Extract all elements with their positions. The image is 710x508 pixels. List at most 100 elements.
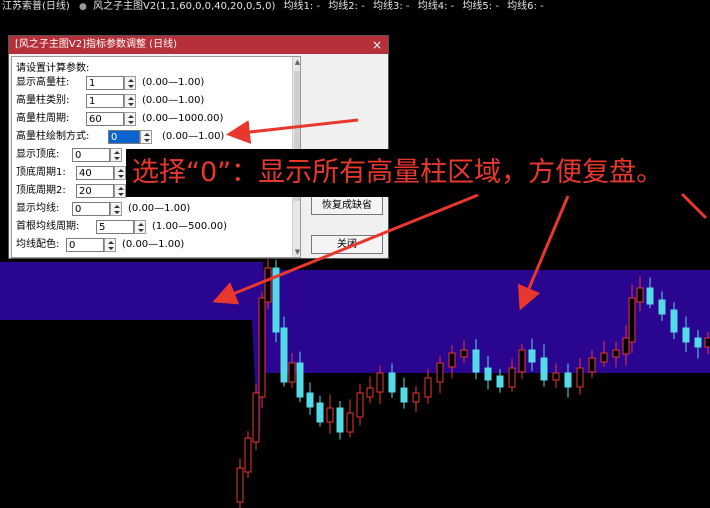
candle-body xyxy=(622,337,630,355)
param-spinner[interactable] xyxy=(140,130,152,144)
param-input[interactable]: 0 xyxy=(72,148,110,162)
params-prompt: 请设置计算参数: xyxy=(16,63,90,74)
param-range: (0.00—1.00) xyxy=(122,239,185,250)
param-input[interactable]: 1 xyxy=(86,76,124,90)
param-label: 显示均线: xyxy=(16,203,60,214)
param-spinner[interactable] xyxy=(110,202,122,216)
param-spinner[interactable] xyxy=(114,166,126,180)
param-label: 顶底周期1: xyxy=(16,167,66,178)
candle-body xyxy=(346,412,354,433)
candle-body xyxy=(612,349,620,358)
candle-body xyxy=(436,362,444,383)
candle-body xyxy=(576,367,584,388)
candle-body xyxy=(658,299,666,315)
candle-body xyxy=(400,387,408,403)
annotation-text: 选择“0”：显示所有高量柱区域，方便复盘。 xyxy=(126,149,710,197)
param-input[interactable]: 0 xyxy=(108,130,140,144)
ma-label: 均线5: - xyxy=(462,1,499,12)
candle-body xyxy=(336,407,344,433)
param-spinner[interactable] xyxy=(124,112,136,126)
scroll-down-icon[interactable]: ▼ xyxy=(293,247,300,257)
candle-body xyxy=(306,392,314,408)
candle-body xyxy=(508,367,516,388)
candle-body xyxy=(540,357,548,381)
candle-body xyxy=(636,287,644,303)
candle-body xyxy=(264,267,272,303)
candle-body xyxy=(236,467,244,503)
candle-body xyxy=(296,362,304,398)
param-range: (0.00—1.00) xyxy=(142,95,205,106)
param-label: 显示顶底: xyxy=(16,149,60,160)
candle-body xyxy=(376,372,384,393)
param-label: 高量柱周期: xyxy=(16,113,70,124)
param-range: (0.00—1.00) xyxy=(162,131,225,142)
candle-body xyxy=(448,352,456,368)
candle-body xyxy=(356,392,364,418)
param-spinner[interactable] xyxy=(134,220,146,234)
close-button[interactable]: 关闭 xyxy=(311,235,383,254)
param-range: (1.00—500.00) xyxy=(152,221,228,232)
param-input[interactable]: 60 xyxy=(86,112,124,126)
param-label: 高量柱类别: xyxy=(16,95,70,106)
param-input[interactable]: 20 xyxy=(76,184,114,198)
param-range: (0.00—1.00) xyxy=(142,77,205,88)
candle-body xyxy=(244,437,252,473)
candle-body xyxy=(670,309,678,333)
scroll-up-icon[interactable]: ▲ xyxy=(293,57,300,67)
candle-body xyxy=(326,407,334,423)
candle-body xyxy=(424,377,432,398)
indicator-dot-icon[interactable]: ● xyxy=(79,0,87,14)
volume-band-left-rect xyxy=(0,262,252,320)
candle-body xyxy=(272,267,280,333)
candle-body xyxy=(258,297,266,398)
candle-body xyxy=(366,387,374,398)
candle-body xyxy=(460,349,468,358)
candle-body xyxy=(528,349,536,363)
param-label: 顶底周期2: xyxy=(16,185,66,196)
candle-body xyxy=(496,375,504,388)
candle-body xyxy=(600,352,608,363)
candle-body xyxy=(518,349,526,373)
ma-label: 均线2: - xyxy=(328,1,365,12)
candle-body xyxy=(252,392,260,443)
ma-label: 均线4: - xyxy=(417,1,455,12)
dialog-titlebar[interactable]: [风之子主图V2]指标参数调整 (日线) × xyxy=(9,36,388,54)
param-input[interactable]: 0 xyxy=(72,202,110,216)
candle-body xyxy=(552,372,560,381)
candle-body xyxy=(316,402,324,423)
candle-body xyxy=(280,327,288,383)
candle-body xyxy=(388,372,396,393)
restore-defaults-button[interactable]: 恢复成缺省 xyxy=(311,196,383,215)
stock-symbol[interactable]: 江苏索普(日线) xyxy=(2,0,70,14)
candle-body xyxy=(704,337,710,348)
candle-body xyxy=(564,372,572,388)
ma-label: 均线3: - xyxy=(373,1,410,12)
param-input[interactable]: 0 xyxy=(66,238,104,252)
param-spinner[interactable] xyxy=(124,76,136,90)
indicator-label[interactable]: 风之子主图V2(1,1,60,0,0,40,20,0,5,0) xyxy=(93,0,275,14)
param-input[interactable]: 1 xyxy=(86,94,124,108)
ma-label: 均线6: - xyxy=(507,1,544,12)
param-spinner[interactable] xyxy=(114,184,126,198)
candle-body xyxy=(694,337,702,348)
param-label: 显示高量柱: xyxy=(16,77,70,88)
close-icon[interactable]: × xyxy=(370,36,384,54)
ma-label: 均线1: - xyxy=(283,1,321,12)
param-spinner[interactable] xyxy=(124,94,136,108)
indicator-params-dialog: [风之子主图V2]指标参数调整 (日线) × 请设置计算参数: 显示高量柱: 1… xyxy=(8,35,389,259)
param-label: 高量柱绘制方式: xyxy=(16,131,90,142)
param-range: (0.00—1.00) xyxy=(128,203,191,214)
candle-body xyxy=(646,287,654,305)
candle-body xyxy=(412,392,420,403)
param-spinner[interactable] xyxy=(110,148,122,162)
param-input[interactable]: 40 xyxy=(76,166,114,180)
top-info-bar: 江苏索普(日线) ● 风之子主图V2(1,1,60,0,0,40,20,0,5,… xyxy=(0,0,710,14)
param-input[interactable]: 5 xyxy=(96,220,134,234)
candle-body xyxy=(588,357,596,373)
param-label: 均线配色: xyxy=(16,239,60,250)
param-spinner[interactable] xyxy=(104,238,116,252)
param-range: (0.00—1000.00) xyxy=(142,113,224,124)
candle-body xyxy=(472,349,480,373)
candle-body xyxy=(484,367,492,381)
dialog-title: [风之子主图V2]指标参数调整 (日线) xyxy=(15,39,177,50)
